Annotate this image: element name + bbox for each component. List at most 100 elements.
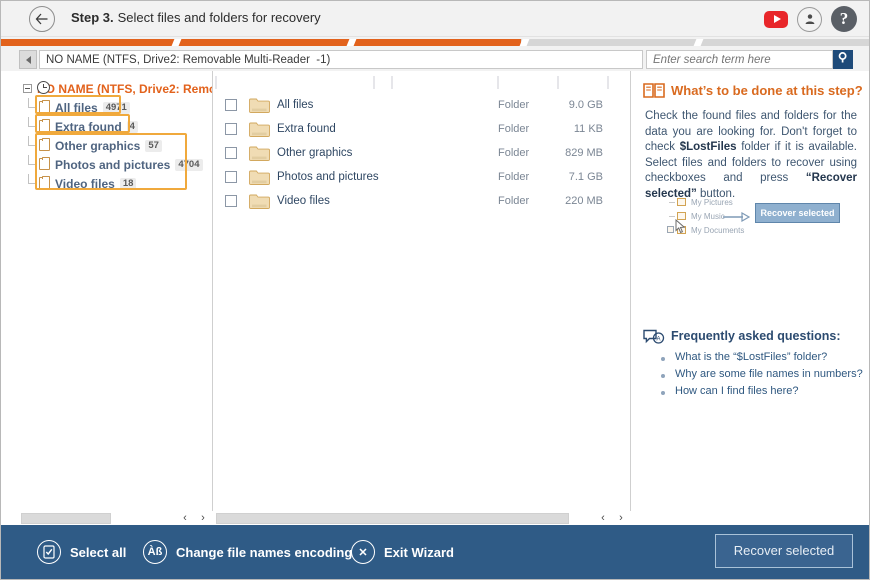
file-type: Folder — [498, 195, 529, 207]
faq-speech-icon: A — [643, 329, 665, 350]
column-divider[interactable] — [497, 76, 499, 89]
column-divider[interactable] — [557, 76, 559, 89]
help-text-bold-lostfiles: $LostFiles — [680, 141, 737, 153]
file-list-panel: All files Folder 9.0 GB Extra found Fold… — [213, 71, 631, 511]
tree-item-count: 57 — [145, 140, 162, 152]
path-input[interactable] — [39, 50, 643, 69]
folder-icon — [249, 98, 270, 113]
tree-item-count: 4704 — [175, 159, 202, 171]
select-all-button[interactable]: Select all — [37, 539, 126, 565]
select-all-label: Select all — [70, 545, 126, 560]
help-illustration: My Pictures My Music My Documents Recove… — [645, 197, 857, 245]
bottom-toolbar: Select all Àß Change file names encoding… — [1, 525, 869, 579]
folder-icon — [249, 194, 270, 209]
column-divider[interactable] — [215, 76, 217, 89]
column-divider[interactable] — [607, 76, 609, 89]
user-account-icon[interactable] — [797, 7, 822, 32]
window-header: Step 3.Select files and folders for reco… — [1, 1, 869, 37]
caret-left-icon — [26, 56, 31, 64]
file-size: 7.1 GB — [543, 171, 603, 183]
tree-item-photos-and-pictures[interactable]: Photos and pictures 4704 — [1, 155, 212, 174]
tree-item-label: Extra found — [55, 120, 122, 134]
list-horizontal-scrollbar[interactable]: ‹ › — [214, 512, 631, 525]
scroll-right-arrow[interactable]: › — [613, 512, 629, 525]
header-icon-group: ? — [764, 6, 857, 32]
folder-outline-icon — [39, 101, 50, 113]
tree-branch-line — [28, 183, 35, 184]
table-row[interactable]: All files Folder 9.0 GB — [213, 93, 630, 117]
tree-item-label: Other graphics — [55, 139, 140, 153]
checklist-icon — [37, 540, 61, 564]
folder-check-icon — [677, 198, 686, 206]
search-input[interactable] — [646, 50, 833, 69]
tree-item-count: 4 — [127, 121, 138, 133]
tree-item-label: Photos and pictures — [55, 158, 170, 172]
file-type: Folder — [498, 171, 529, 183]
faq-link[interactable]: What is the “$LostFiles” folder? — [655, 351, 865, 368]
recover-selected-button[interactable]: Recover selected — [715, 534, 853, 568]
collapse-box-icon[interactable] — [23, 84, 32, 93]
path-back-button[interactable] — [19, 50, 37, 69]
illustration-label: My Music — [691, 212, 725, 221]
table-row[interactable]: Other graphics Folder 829 MB — [213, 141, 630, 165]
row-checkbox[interactable] — [225, 99, 237, 111]
tree-item-other-graphics[interactable]: Other graphics 57 — [1, 136, 212, 155]
scrollbar-thumb[interactable] — [21, 513, 111, 524]
scroll-left-arrow[interactable]: ‹ — [595, 512, 611, 525]
scrollbar-thumb[interactable] — [216, 513, 569, 524]
column-divider[interactable] — [373, 76, 375, 89]
tree-item-label: All files — [55, 101, 98, 115]
address-bar-row — [1, 48, 869, 71]
tree-item-extra-found[interactable]: Extra found 4 — [1, 117, 212, 136]
search-button[interactable] — [833, 50, 853, 69]
faq-link[interactable]: How can I find files here? — [655, 385, 865, 402]
encoding-ab-icon: Àß — [143, 540, 167, 564]
change-encoding-button[interactable]: Àß Change file names encoding — [143, 539, 352, 565]
row-checkbox[interactable] — [225, 171, 237, 183]
arrow-left-icon — [35, 13, 49, 25]
row-checkbox[interactable] — [225, 195, 237, 207]
file-type: Folder — [498, 99, 529, 111]
tree-item-count: 18 — [120, 178, 137, 190]
illustration-label: My Pictures — [691, 198, 733, 207]
folder-tree: NO NAME (NTFS, Drive2: Remov All files 4… — [1, 71, 212, 193]
youtube-icon[interactable] — [764, 11, 788, 28]
tree-branch-line — [28, 107, 35, 108]
table-row[interactable]: Extra found Folder 11 KB — [213, 117, 630, 141]
open-book-icon — [643, 81, 665, 104]
help-question-icon[interactable]: ? — [831, 6, 857, 32]
scroll-right-arrow[interactable]: › — [195, 512, 211, 525]
svg-text:A: A — [656, 337, 660, 343]
step-description: Select files and folders for recovery — [118, 10, 321, 25]
scroll-left-arrow[interactable]: ‹ — [177, 512, 193, 525]
folder-outline-icon — [39, 158, 50, 170]
faq-title: Frequently asked questions: — [671, 329, 840, 343]
tree-root-node[interactable]: NO NAME (NTFS, Drive2: Remov — [1, 79, 212, 98]
illustration-recover-button[interactable]: Recover selected — [755, 203, 840, 223]
row-checkbox[interactable] — [225, 147, 237, 159]
change-encoding-label: Change file names encoding — [176, 545, 352, 560]
file-size: 829 MB — [543, 147, 603, 159]
row-checkbox[interactable] — [225, 123, 237, 135]
table-row[interactable]: Video files Folder 220 MB — [213, 189, 630, 213]
back-button[interactable] — [29, 6, 55, 32]
folder-tree-panel: NO NAME (NTFS, Drive2: Remov All files 4… — [1, 71, 213, 511]
tree-item-video-files[interactable]: Video files 18 — [1, 174, 212, 193]
file-type: Folder — [498, 147, 529, 159]
table-row[interactable]: Photos and pictures Folder 7.1 GB — [213, 165, 630, 189]
tree-item-count: 4971 — [103, 102, 130, 114]
tree-item-all-files[interactable]: All files 4971 — [1, 98, 212, 117]
help-panel: What’s to be done at this step? Check th… — [631, 71, 869, 511]
search-magnifier-icon — [837, 51, 850, 69]
file-list-header — [213, 71, 630, 93]
file-name: Extra found — [277, 123, 336, 135]
tree-horizontal-scrollbar[interactable]: ‹ › — [1, 512, 212, 525]
faq-link[interactable]: Why are some file names in numbers? — [655, 368, 865, 385]
arrow-right-icon — [723, 209, 751, 227]
tree-branch-line — [669, 216, 675, 217]
column-divider[interactable] — [391, 76, 393, 89]
wizard-progress-bar — [1, 37, 869, 48]
expand-box-icon — [667, 226, 674, 233]
exit-wizard-button[interactable]: ✕ Exit Wizard — [351, 539, 454, 565]
folder-icon — [249, 122, 270, 137]
